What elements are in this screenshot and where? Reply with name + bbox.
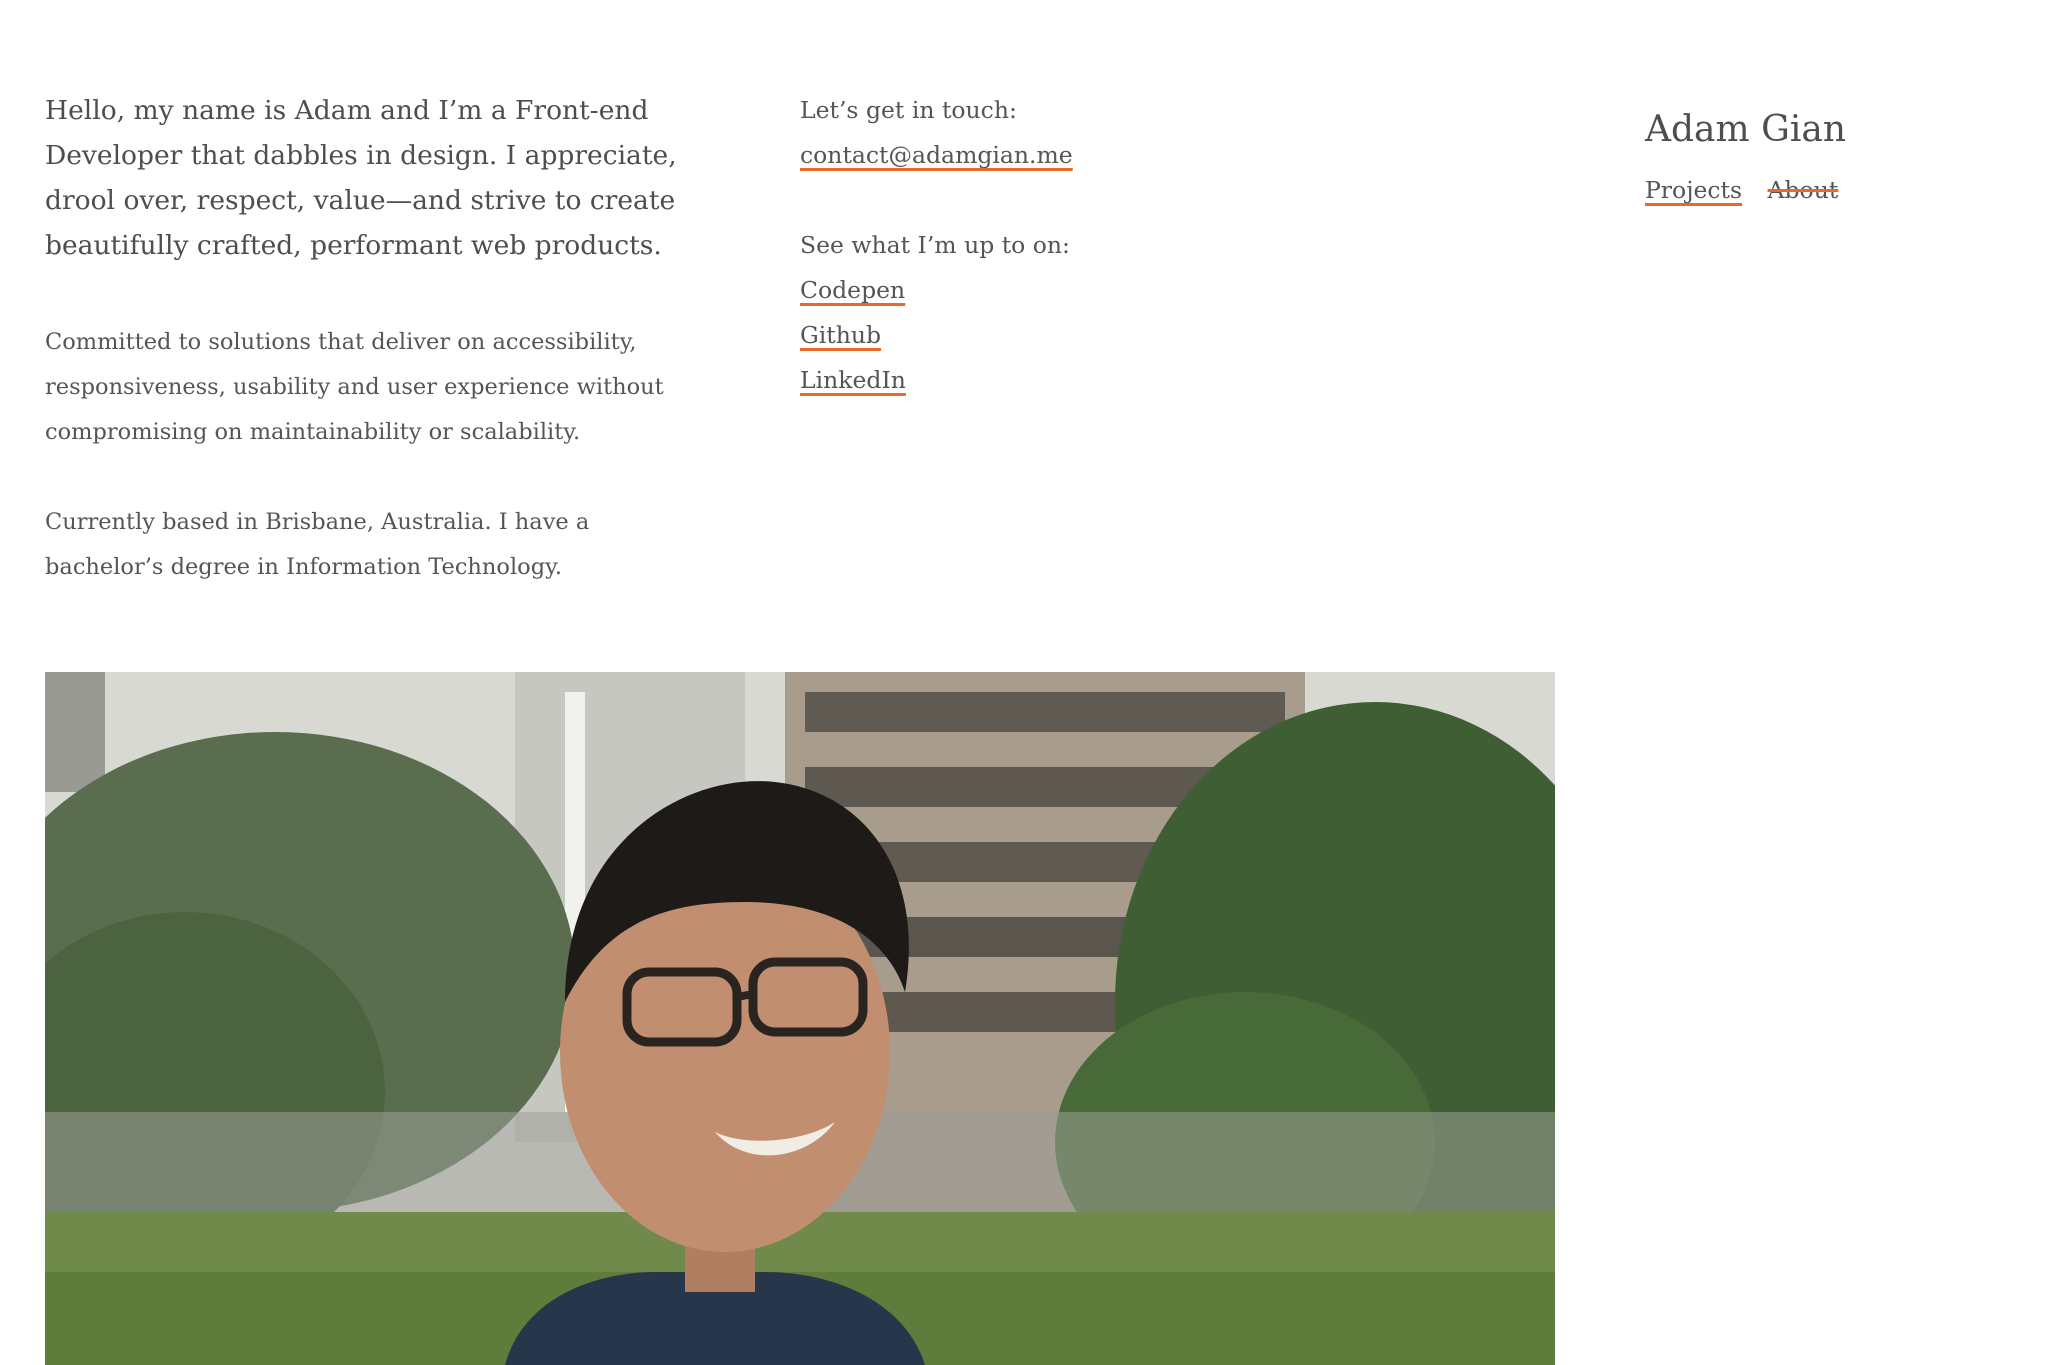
main-nav: Projects About (1645, 172, 2025, 208)
photo-building-floor-1 (805, 692, 1285, 732)
site-header: Adam Gian Projects About (1645, 104, 2025, 208)
email-link[interactable]: contact@adamgian.me (800, 141, 1073, 169)
intro-lead-text: Hello, my name is Adam and I’m a Front-e… (45, 95, 677, 261)
portrait-photo (45, 672, 1555, 1365)
codepen-link[interactable]: Codepen (800, 276, 905, 304)
contact-spacer (800, 178, 1300, 223)
portrait-photo-illustration (45, 672, 1555, 1365)
github-link[interactable]: Github (800, 321, 881, 349)
intro-commitment-text: Committed to solutions that deliver on a… (45, 329, 664, 445)
contact-section: Let’s get in touch: contact@adamgian.me … (800, 88, 1300, 403)
nav-about-current[interactable]: About (1768, 176, 1839, 204)
social-heading: See what I’m up to on: (800, 231, 1070, 259)
intro-location-text: Currently based in Brisbane, Australia. … (45, 509, 590, 580)
contact-heading: Let’s get in touch: (800, 96, 1017, 124)
linkedin-link[interactable]: LinkedIn (800, 366, 906, 394)
photo-building-corner (45, 672, 105, 792)
about-intro: Hello, my name is Adam and I’m a Front-e… (45, 88, 705, 635)
nav-projects-link[interactable]: Projects (1645, 176, 1742, 204)
site-title[interactable]: Adam Gian (1645, 104, 2025, 156)
photo-glasses-bridge (736, 990, 754, 1001)
